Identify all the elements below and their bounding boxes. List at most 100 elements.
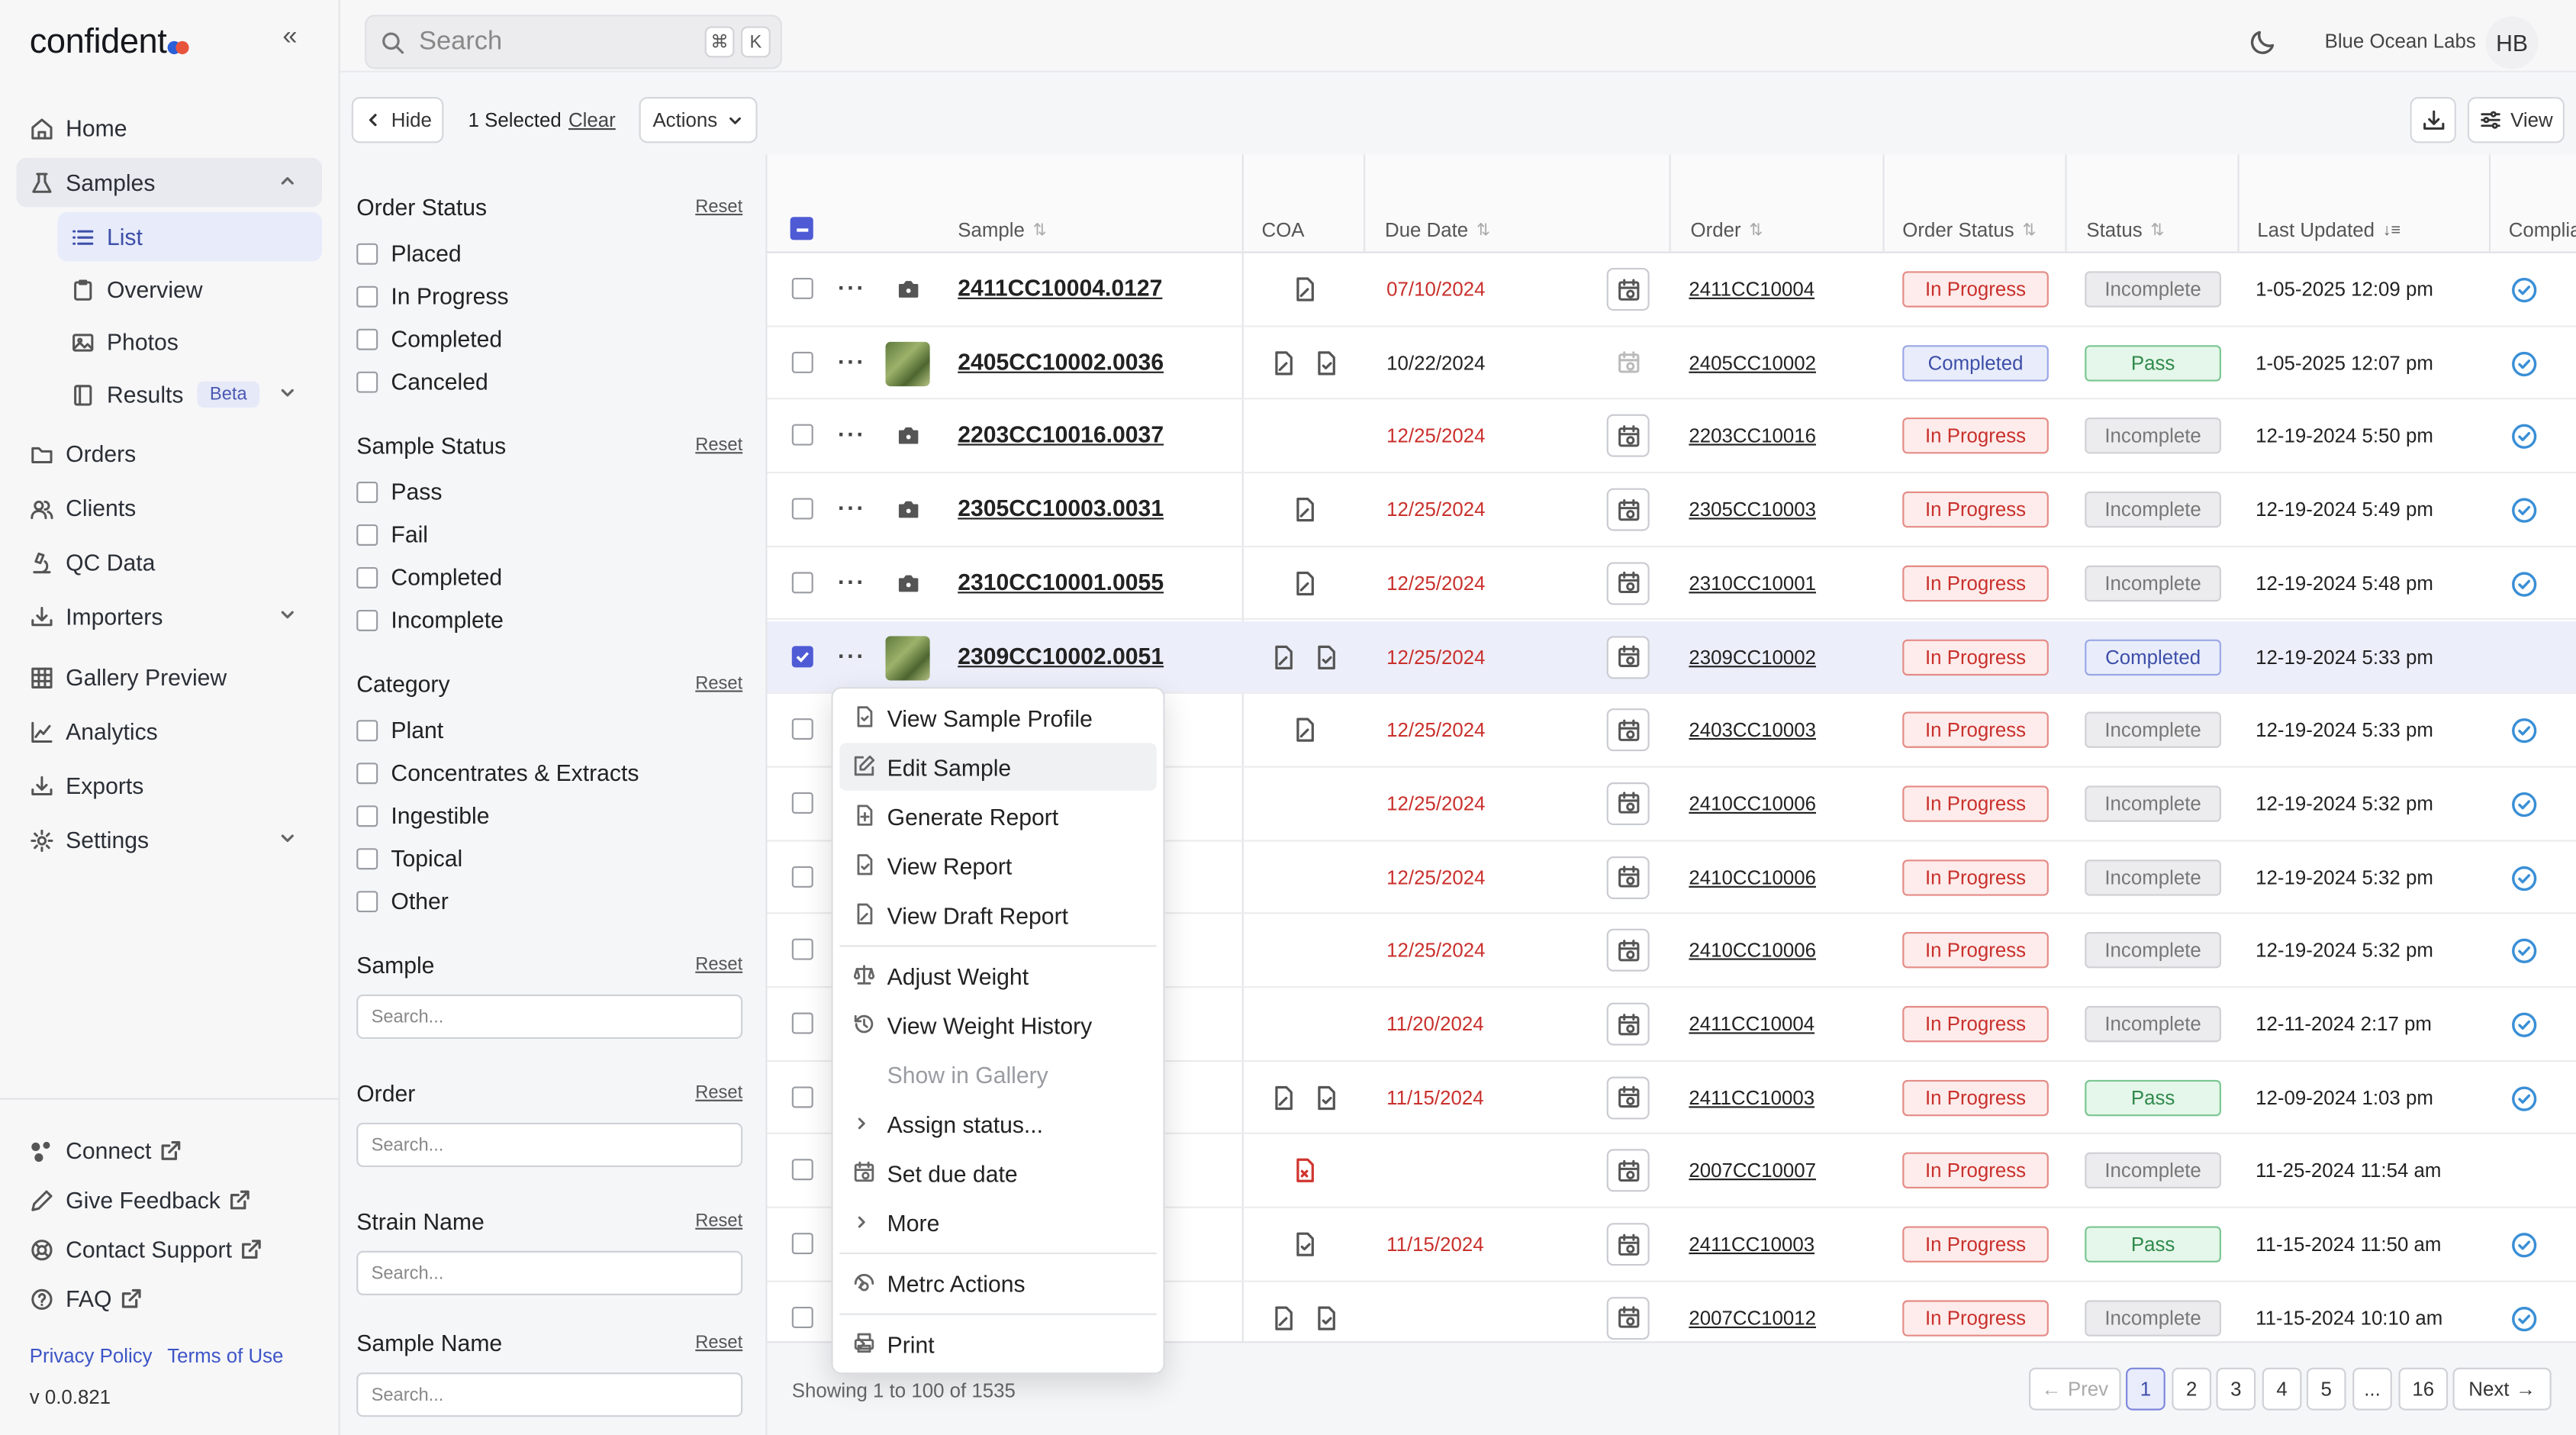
sample-id-link[interactable]: 2203CC10016.0037	[958, 421, 1164, 447]
nav-clients[interactable]: Clients	[17, 483, 322, 533]
checkbox[interactable]	[356, 327, 378, 350]
menu-metrc-actions[interactable]: Metrc Actions	[839, 1259, 1157, 1307]
row-checkbox[interactable]	[791, 1233, 813, 1255]
sample-thumbnail[interactable]	[885, 635, 930, 680]
reset-link[interactable]: Reset	[695, 436, 742, 456]
clear-selection-link[interactable]: Clear	[568, 108, 616, 131]
menu-more[interactable]: More	[839, 1198, 1157, 1246]
set-due-date-button[interactable]	[1606, 341, 1650, 385]
filter-option[interactable]: Placed	[356, 232, 742, 275]
coa-document-icon[interactable]	[1270, 350, 1296, 376]
checkbox[interactable]	[356, 847, 378, 869]
coa-approved-icon[interactable]	[1291, 1231, 1317, 1257]
table-row[interactable]: ··· 2203CC10016.0037 12/25/2024 2203CC10016…	[767, 400, 2576, 474]
filter-option[interactable]: Incomplete	[356, 598, 742, 641]
col-order[interactable]: Order ⇅	[1690, 218, 1763, 241]
set-due-date-button[interactable]	[1606, 1296, 1650, 1340]
col-last-updated[interactable]: Last Updated ↓≡	[2257, 218, 2401, 241]
checkbox[interactable]	[356, 566, 378, 588]
nav-photos[interactable]: Photos	[57, 318, 322, 367]
checkbox[interactable]	[356, 608, 378, 630]
table-row[interactable]: ··· 2309CC10002.0051 12/25/2024 2309CC10002…	[767, 620, 2576, 695]
checkbox[interactable]	[356, 242, 378, 264]
row-actions-button[interactable]: ···	[838, 275, 866, 301]
set-due-date-button[interactable]	[1606, 782, 1650, 825]
row-checkbox[interactable]	[791, 792, 813, 814]
row-actions-button[interactable]: ···	[838, 421, 866, 447]
nav-analytics[interactable]: Analytics	[17, 707, 322, 756]
row-actions-button[interactable]: ···	[838, 569, 866, 595]
order-link[interactable]: 2203CC10016	[1689, 424, 1816, 447]
sample-thumbnail[interactable]	[885, 341, 930, 386]
page-button[interactable]: 1	[2126, 1367, 2165, 1411]
set-due-date-button[interactable]	[1606, 856, 1650, 899]
menu-adjust-weight[interactable]: Adjust Weight	[839, 952, 1157, 999]
view-options-button[interactable]: View	[2467, 97, 2565, 144]
coa-document-icon[interactable]	[1291, 717, 1317, 743]
filter-option[interactable]: Ingestible	[356, 794, 742, 837]
order-link[interactable]: 2410CC10006	[1689, 866, 1816, 888]
nav-connect[interactable]: Connect	[17, 1126, 324, 1175]
checkbox[interactable]	[356, 523, 378, 545]
coa-document-icon[interactable]	[1270, 643, 1296, 669]
row-checkbox[interactable]	[791, 424, 813, 447]
reset-link[interactable]: Reset	[695, 674, 742, 694]
terms-of-use-link[interactable]: Terms of Use	[167, 1345, 283, 1368]
page-button[interactable]: 5	[2306, 1367, 2346, 1411]
col-order-status[interactable]: Order Status ⇅	[1902, 218, 2036, 241]
hide-filters-button[interactable]: Hide	[351, 97, 444, 144]
order-link[interactable]: 2410CC10006	[1689, 939, 1816, 962]
order-link[interactable]: 2405CC10002	[1689, 351, 1816, 374]
coa-approved-icon[interactable]	[1312, 643, 1338, 669]
row-actions-button[interactable]: ···	[838, 642, 866, 668]
row-checkbox[interactable]	[791, 1012, 813, 1034]
checkbox[interactable]	[356, 805, 378, 827]
coa-document-icon[interactable]	[1291, 276, 1317, 302]
nav-list[interactable]: List	[57, 211, 322, 262]
nav-gallery-preview[interactable]: Gallery Preview	[17, 653, 322, 702]
menu-view-weight-history[interactable]: View Weight History	[839, 1001, 1157, 1048]
organization-name[interactable]: Blue Ocean Labs	[2325, 30, 2476, 53]
privacy-policy-link[interactable]: Privacy Policy	[30, 1345, 153, 1368]
set-due-date-button[interactable]	[1606, 562, 1650, 605]
global-search[interactable]: Search ⌘ K	[364, 15, 782, 69]
row-checkbox[interactable]	[791, 718, 813, 740]
filter-option[interactable]: Completed	[356, 556, 742, 598]
reset-link[interactable]: Reset	[695, 197, 742, 217]
page-button[interactable]: 16	[2398, 1367, 2449, 1411]
chevron-down-icon[interactable]	[278, 828, 298, 848]
page-button[interactable]: 3	[2216, 1367, 2256, 1411]
set-due-date-button[interactable]	[1606, 1150, 1650, 1193]
row-checkbox[interactable]	[791, 571, 813, 593]
order-link[interactable]: 2309CC10002	[1689, 645, 1816, 668]
coa-approved-icon[interactable]	[1312, 1085, 1338, 1111]
nav-importers[interactable]: Importers	[17, 592, 322, 641]
coa-approved-icon[interactable]	[1312, 1304, 1338, 1330]
page-button[interactable]: 2	[2172, 1367, 2212, 1411]
checkbox[interactable]	[356, 285, 378, 307]
nav-exports[interactable]: Exports	[17, 761, 322, 811]
sample-id-link[interactable]: 2310CC10001.0055	[958, 569, 1164, 595]
nav-qc-data[interactable]: QC Data	[17, 537, 322, 587]
order-link[interactable]: 2411CC10004	[1689, 1013, 1814, 1036]
filter-option[interactable]: Other	[356, 879, 742, 922]
download-button[interactable]	[2410, 97, 2456, 144]
order-link[interactable]: 2410CC10006	[1689, 792, 1816, 815]
menu-view-draft-report[interactable]: View Draft Report	[839, 891, 1157, 938]
table-row[interactable]: ··· 2411CC10004.0127 07/10/2024 2411CC10004…	[767, 253, 2576, 327]
col-sample[interactable]: Sample ⇅	[958, 218, 1046, 241]
checkbox[interactable]	[356, 719, 378, 741]
collapse-sidebar-icon[interactable]: «	[282, 23, 297, 53]
menu-view-report[interactable]: View Report	[839, 842, 1157, 889]
actions-dropdown[interactable]: Actions	[639, 97, 758, 144]
nav-samples[interactable]: Samples	[16, 157, 322, 208]
col-due-date[interactable]: Due Date ⇅	[1385, 218, 1490, 241]
sample-name-search-input[interactable]: Search...	[356, 1372, 743, 1417]
nav-settings[interactable]: Settings	[17, 815, 322, 865]
coa-document-icon[interactable]	[1270, 1085, 1296, 1111]
filter-option[interactable]: In Progress	[356, 275, 742, 318]
order-link[interactable]: 2403CC10003	[1689, 718, 1816, 741]
set-due-date-button[interactable]	[1606, 1075, 1650, 1119]
nav-contact-support[interactable]: Contact Support	[17, 1224, 324, 1274]
sample-id-link[interactable]: 2309CC10002.0051	[958, 642, 1164, 668]
